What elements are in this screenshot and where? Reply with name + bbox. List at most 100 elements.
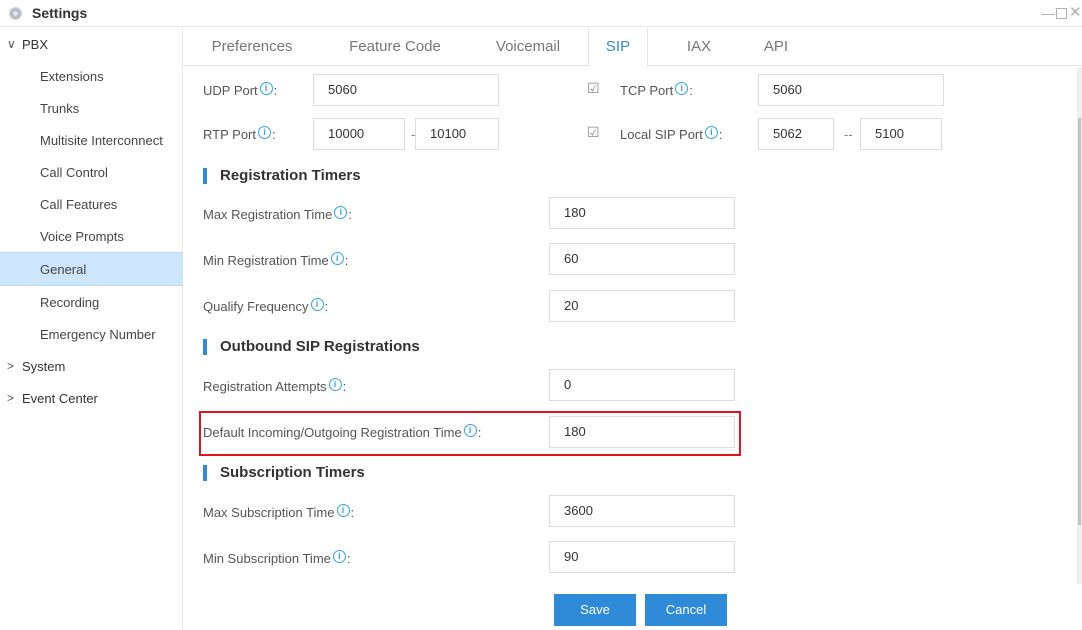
- cancel-button[interactable]: Cancel: [645, 594, 727, 626]
- section-subscription-timers: Subscription Timers: [203, 464, 365, 481]
- max-registration-time-input[interactable]: 180: [549, 197, 735, 229]
- section-outbound-sip-registrations: Outbound SIP Registrations: [203, 338, 420, 355]
- min-registration-time-input[interactable]: 60: [549, 243, 735, 275]
- label-text: RTP Port: [203, 127, 256, 142]
- tab-feature-code[interactable]: Feature Code: [341, 28, 449, 66]
- info-icon[interactable]: i: [257, 126, 271, 139]
- local-sip-port-label: Local SIP Port i :: [620, 126, 723, 142]
- save-button[interactable]: Save: [554, 594, 636, 626]
- label-text: Min Registration Time: [203, 253, 329, 268]
- info-icon[interactable]: i: [330, 252, 344, 265]
- sidebar-item-emergency-number[interactable]: Emergency Number: [0, 318, 183, 350]
- default-registration-time-input[interactable]: 180: [549, 416, 735, 448]
- udp-port-input[interactable]: 5060: [313, 74, 499, 106]
- maximize-button[interactable]: [1056, 8, 1067, 19]
- scrollbar-thumb[interactable]: [1078, 118, 1081, 525]
- tcp-port-input[interactable]: 5060: [758, 74, 944, 106]
- section-title: Registration Timers: [220, 167, 361, 184]
- local-sip-port-from-input[interactable]: 5062: [758, 118, 834, 150]
- sidebar-item-voice-prompts[interactable]: Voice Prompts: [0, 220, 183, 252]
- sidebar-item-call-control[interactable]: Call Control: [0, 156, 183, 188]
- section-title: Subscription Timers: [220, 464, 365, 481]
- section-registration-timers: Registration Timers: [203, 167, 361, 184]
- tab-voicemail[interactable]: Voicemail: [489, 28, 567, 66]
- colon: :: [271, 127, 276, 142]
- sidebar-group-event-center[interactable]: > Event Center: [0, 382, 183, 414]
- sidebar-item-trunks[interactable]: Trunks: [0, 92, 183, 124]
- tcp-port-checkbox[interactable]: ☑: [587, 81, 601, 95]
- tab-sip[interactable]: SIP: [588, 28, 648, 67]
- close-button[interactable]: ✕: [1069, 3, 1082, 21]
- info-icon[interactable]: i: [334, 206, 348, 219]
- min-subscription-time-input[interactable]: 90: [549, 541, 735, 573]
- window-title: Settings: [32, 5, 88, 21]
- label-text: UDP Port: [203, 83, 258, 98]
- sidebar-item-label: General: [40, 261, 87, 277]
- info-icon[interactable]: i: [310, 298, 324, 311]
- sidebar-group-label: Event Center: [22, 390, 98, 406]
- qualify-frequency-input[interactable]: 20: [549, 290, 735, 322]
- info-icon[interactable]: i: [328, 378, 342, 391]
- label-text: Local SIP Port: [620, 127, 703, 142]
- chevron-right-icon: >: [7, 359, 15, 373]
- info-icon[interactable]: i: [259, 82, 273, 95]
- sidebar-group-pbx[interactable]: ∨ PBX: [0, 28, 183, 60]
- sidebar-item-label: Extensions: [40, 68, 104, 84]
- colon: :: [348, 207, 352, 222]
- qualify-frequency-label: Qualify Frequency i :: [203, 298, 329, 314]
- sidebar-item-extensions[interactable]: Extensions: [0, 61, 183, 91]
- sidebar-item-call-features[interactable]: Call Features: [0, 188, 183, 220]
- info-icon[interactable]: i: [332, 550, 346, 563]
- label-text: TCP Port: [620, 83, 674, 98]
- colon: :: [324, 299, 329, 314]
- local-sip-port-checkbox[interactable]: ☑: [587, 125, 601, 139]
- local-sip-port-to-input[interactable]: 5100: [860, 118, 942, 150]
- sidebar-item-recording[interactable]: Recording: [0, 286, 183, 318]
- colon: :: [273, 83, 278, 98]
- sidebar-item-label: Multisite Interconnect: [40, 132, 163, 148]
- minimize-button[interactable]: —: [1041, 5, 1055, 21]
- section-title: Outbound SIP Registrations: [220, 338, 420, 355]
- tab-iax[interactable]: IAX: [681, 28, 717, 66]
- tab-api[interactable]: API: [758, 28, 794, 66]
- registration-attempts-input[interactable]: 0: [549, 369, 735, 401]
- sidebar-item-label: Emergency Number: [40, 326, 156, 342]
- range-separator: --: [844, 127, 853, 142]
- min-subscription-time-label: Min Subscription Time i :: [203, 550, 351, 566]
- label-text: Max Subscription Time: [203, 505, 335, 520]
- sidebar-group-system[interactable]: > System: [0, 350, 183, 382]
- colon: :: [718, 127, 723, 142]
- max-registration-time-label: Max Registration Time i :: [203, 206, 352, 222]
- tab-preferences[interactable]: Preferences: [203, 28, 301, 66]
- colon: :: [689, 83, 693, 98]
- sidebar-group-label: System: [22, 358, 66, 374]
- max-subscription-time-label: Max Subscription Time i :: [203, 504, 355, 520]
- sidebar-item-multisite-interconnect[interactable]: Multisite Interconnect: [0, 124, 183, 156]
- sidebar-item-label: Voice Prompts: [40, 228, 124, 244]
- rtp-port-to-input[interactable]: 10100: [415, 118, 499, 150]
- sidebar-item-label: Recording: [40, 294, 100, 310]
- sidebar-item-general[interactable]: General: [0, 252, 183, 286]
- tab-bar: Preferences Feature Code Voicemail SIP I…: [183, 28, 1082, 67]
- sidebar-item-label: Trunks: [40, 100, 80, 116]
- info-icon[interactable]: i: [336, 504, 350, 517]
- max-subscription-time-input[interactable]: 3600: [549, 495, 735, 527]
- rtp-port-label: RTP Port i :: [203, 126, 276, 142]
- info-icon[interactable]: i: [675, 82, 689, 95]
- title-bar: Settings — ✕: [0, 0, 1082, 27]
- sidebar: ∨ PBX Extensions Trunks Multisite Interc…: [0, 28, 183, 630]
- tcp-port-label: TCP Port i :: [620, 82, 693, 98]
- section-accent-bar: [203, 464, 207, 481]
- label-text: Max Registration Time: [203, 207, 333, 222]
- section-accent-bar: [203, 167, 207, 184]
- label-text: Qualify Frequency: [203, 299, 309, 314]
- info-icon[interactable]: i: [463, 424, 477, 437]
- colon: :: [477, 425, 482, 440]
- udp-port-label: UDP Port i :: [203, 82, 278, 98]
- settings-gear-icon: [9, 7, 22, 20]
- info-icon[interactable]: i: [704, 126, 718, 139]
- sidebar-item-label: Call Control: [40, 164, 108, 180]
- label-text: Min Subscription Time: [203, 551, 331, 566]
- rtp-port-from-input[interactable]: 10000: [313, 118, 405, 150]
- colon: :: [350, 505, 355, 520]
